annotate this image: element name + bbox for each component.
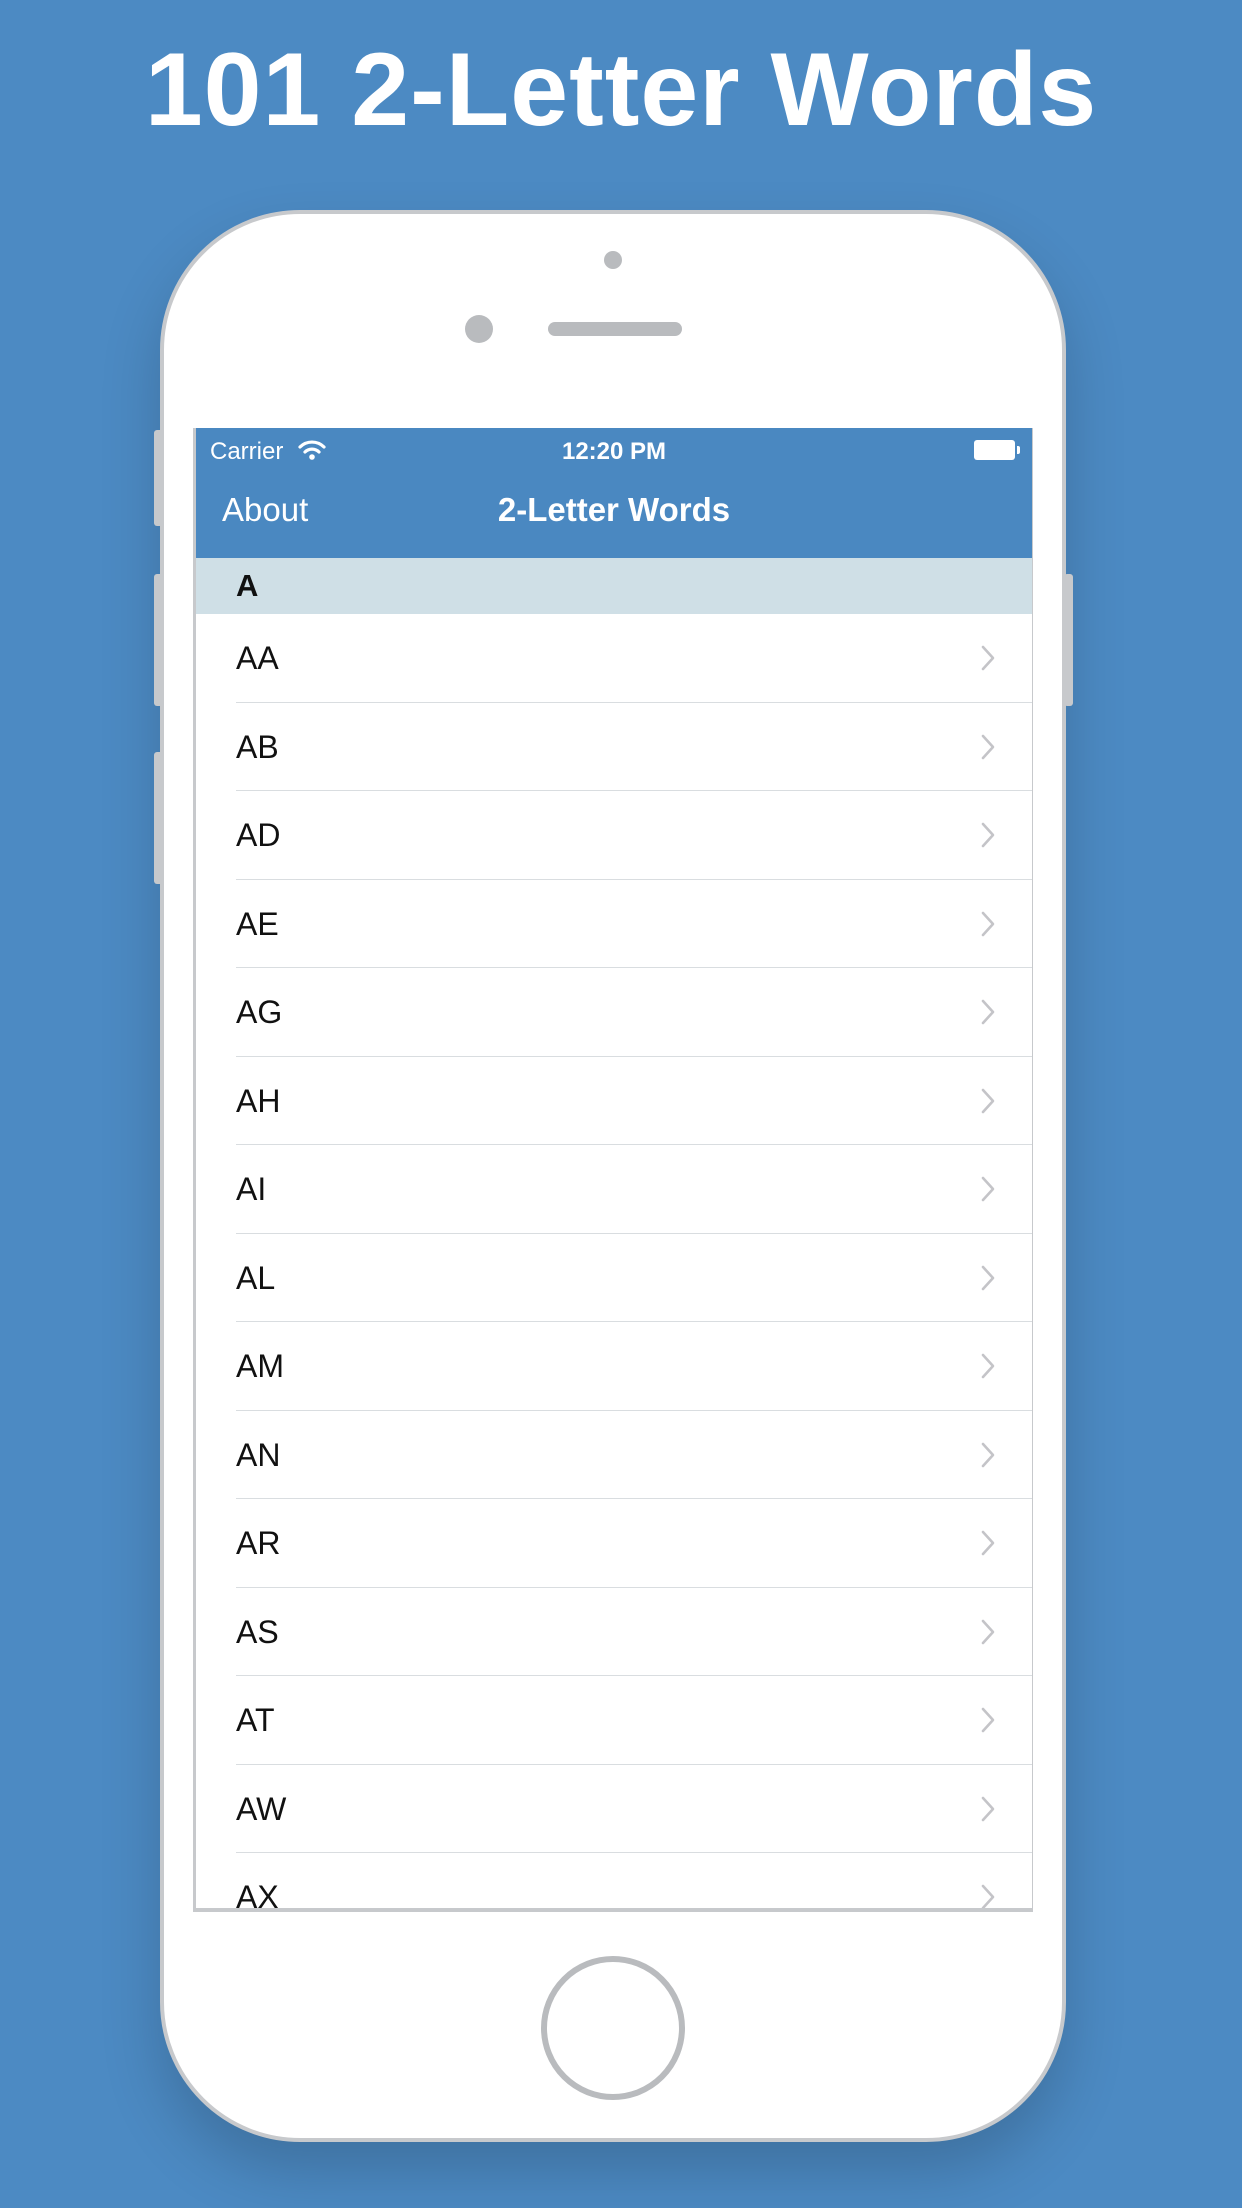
section-header-label: A — [236, 568, 259, 603]
volume-down-button — [154, 752, 163, 884]
status-bar: Carrier 12:20 PM — [196, 428, 1032, 472]
nav-title: 2-Letter Words — [497, 491, 731, 528]
word-row-ad[interactable]: AD — [196, 791, 1032, 880]
word-list: AA AB AD AE AG AH AI AL AM AN AR AS AT A… — [196, 614, 1032, 1912]
proximity-sensor — [465, 315, 493, 343]
chevron-right-icon — [981, 1176, 995, 1202]
chevron-right-icon — [981, 1884, 995, 1908]
earpiece-speaker — [548, 322, 682, 336]
chevron-right-icon — [981, 1353, 995, 1379]
chevron-right-icon — [981, 1707, 995, 1733]
word-row-ax[interactable]: AX — [196, 1853, 1032, 1912]
chevron-right-icon — [981, 1530, 995, 1556]
word-row-ah[interactable]: AH — [196, 1057, 1032, 1146]
word-label: AX — [236, 1879, 279, 1912]
battery-icon — [974, 440, 1020, 460]
home-button[interactable] — [541, 1956, 685, 2100]
word-label: AB — [236, 728, 279, 765]
word-label: AH — [236, 1082, 281, 1119]
word-label: AA — [236, 640, 279, 676]
chevron-right-icon — [981, 645, 995, 671]
word-row-ar[interactable]: AR — [196, 1499, 1032, 1588]
status-time: 12:20 PM — [561, 438, 667, 465]
word-label: AG — [236, 994, 283, 1030]
word-row-as[interactable]: AS — [196, 1588, 1032, 1677]
front-camera — [604, 251, 622, 269]
chevron-right-icon — [981, 911, 995, 936]
word-label: AR — [236, 1525, 281, 1561]
power-button — [1064, 574, 1073, 706]
app-screen: Carrier 12:20 PM About 2-Letter Words A … — [193, 428, 1033, 1912]
word-label: AN — [236, 1436, 281, 1473]
chevron-right-icon — [981, 1619, 995, 1644]
word-row-aw[interactable]: AW — [196, 1765, 1032, 1854]
volume-up-button — [154, 574, 163, 706]
navigation-bar: Carrier 12:20 PM About 2-Letter Words — [196, 428, 1032, 558]
word-label: AS — [236, 1613, 279, 1650]
word-row-aa[interactable]: AA — [196, 614, 1032, 703]
chevron-right-icon — [981, 822, 995, 848]
word-label: AW — [236, 1790, 287, 1827]
chevron-right-icon — [981, 1442, 995, 1467]
chevron-right-icon — [981, 734, 995, 759]
word-row-at[interactable]: AT — [196, 1676, 1032, 1765]
word-row-an[interactable]: AN — [196, 1411, 1032, 1500]
word-label: AI — [236, 1171, 267, 1207]
word-row-ab[interactable]: AB — [196, 703, 1032, 792]
word-label: AD — [236, 817, 281, 853]
word-label: AT — [236, 1702, 275, 1738]
word-label: AM — [236, 1348, 284, 1384]
word-row-ag[interactable]: AG — [196, 968, 1032, 1057]
word-label: AE — [236, 905, 279, 942]
word-row-ai[interactable]: AI — [196, 1145, 1032, 1234]
word-label: AL — [236, 1259, 276, 1296]
chevron-right-icon — [981, 1265, 995, 1290]
chevron-right-icon — [981, 1796, 995, 1821]
word-row-al[interactable]: AL — [196, 1234, 1032, 1323]
word-row-am[interactable]: AM — [196, 1322, 1032, 1411]
promo-headline: 101 2-Letter Words — [144, 32, 1098, 148]
word-row-ae[interactable]: AE — [196, 880, 1032, 969]
chevron-right-icon — [981, 1088, 995, 1113]
section-header: A — [196, 558, 1032, 614]
chevron-right-icon — [981, 999, 995, 1025]
mute-switch — [154, 430, 163, 526]
